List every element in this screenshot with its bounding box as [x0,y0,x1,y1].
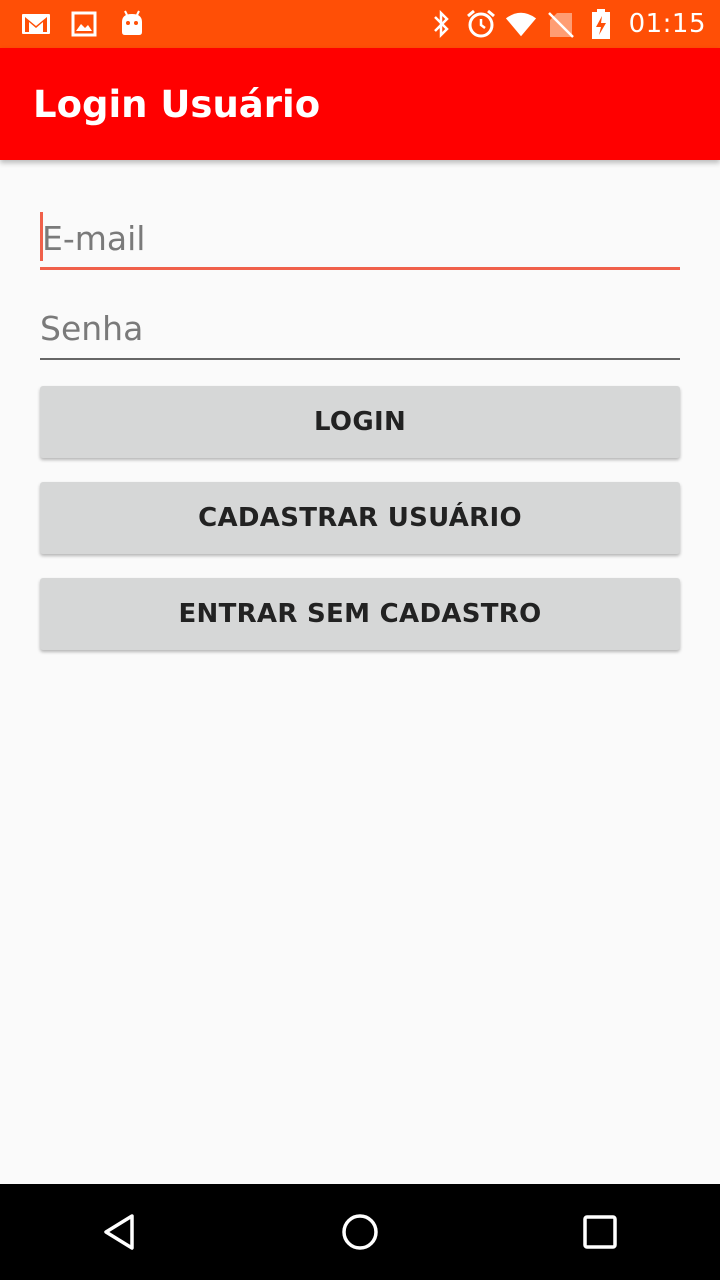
battery-charging-icon [585,8,617,40]
wifi-icon [505,8,537,40]
home-icon[interactable] [320,1192,400,1272]
register-user-button[interactable]: CADASTRAR USUÁRIO [40,482,680,554]
bluetooth-icon [425,8,457,40]
password-input[interactable] [40,300,680,356]
notification-icons [0,8,164,40]
password-field[interactable] [40,300,680,360]
image-icon [68,8,100,40]
email-underline [40,267,680,270]
back-icon[interactable] [80,1192,160,1272]
status-bar: 01:15 [0,0,720,48]
login-button[interactable]: LOGIN [40,386,680,458]
no-sim-icon [545,8,577,40]
clock: 01:15 [628,9,706,39]
password-underline [40,358,680,360]
gmail-icon [20,8,52,40]
page-title: Login Usuário [33,82,321,126]
navigation-bar [0,1184,720,1280]
text-cursor [40,212,43,261]
app-bar: Login Usuário [0,48,720,160]
system-icons: 01:15 [417,0,706,48]
alarm-icon [465,8,497,40]
recents-icon[interactable] [560,1192,640,1272]
email-field[interactable] [40,210,680,270]
enter-without-registration-button[interactable]: ENTRAR SEM CADASTRO [40,578,680,650]
email-input[interactable] [40,210,680,266]
android-icon [116,8,148,40]
